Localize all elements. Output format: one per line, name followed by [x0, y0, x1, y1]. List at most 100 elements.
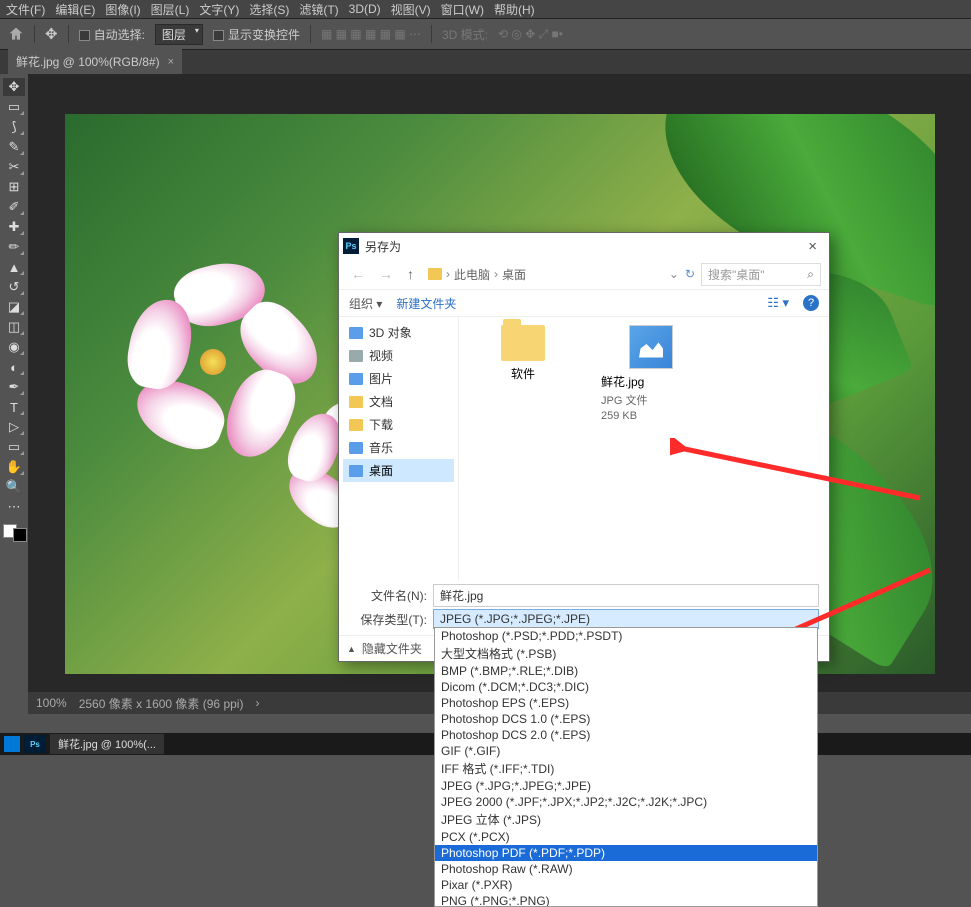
filetype-option[interactable]: Photoshop DCS 2.0 (*.EPS): [435, 727, 817, 743]
doc-dimensions: 2560 像素 x 1600 像素 (96 ppi): [79, 695, 244, 712]
nav-back-icon[interactable]: ←: [347, 266, 369, 282]
menu-3d[interactable]: 3D(D): [349, 2, 381, 16]
menu-edit[interactable]: 编辑(E): [55, 1, 95, 18]
menu-window[interactable]: 窗口(W): [441, 1, 484, 18]
filetype-dropdown[interactable]: JPEG (*.JPG;*.JPEG;*.JPE) Photoshop (*.P…: [433, 609, 819, 629]
search-input[interactable]: 搜索"桌面" ⌕: [701, 263, 821, 286]
filename-input[interactable]: 鲜花.jpg: [433, 584, 819, 607]
sidebar-item-1[interactable]: 视频: [343, 344, 454, 367]
hand-tool[interactable]: ✋: [3, 458, 25, 476]
filetype-option[interactable]: Dicom (*.DCM;*.DC3;*.DIC): [435, 679, 817, 695]
menu-select[interactable]: 选择(S): [249, 1, 289, 18]
crop-tool[interactable]: ✂: [3, 158, 25, 176]
dodge-tool[interactable]: ◐: [3, 358, 25, 376]
document-tab[interactable]: 鲜花.jpg @ 100%(RGB/8#) ×: [8, 49, 182, 74]
sidebar-item-4[interactable]: 下载: [343, 413, 454, 436]
filetype-option-list[interactable]: Photoshop (*.PSD;*.PDD;*.PSDT)大型文档格式 (*.…: [434, 627, 818, 907]
hide-folders-button[interactable]: 隐藏文件夹: [362, 640, 422, 657]
filetype-option[interactable]: JPEG 立体 (*.JPS): [435, 810, 817, 829]
menu-help[interactable]: 帮助(H): [494, 1, 535, 18]
move-tool[interactable]: ✥: [3, 78, 25, 96]
filetype-option[interactable]: Photoshop PDF (*.PDF;*.PDP): [435, 845, 817, 861]
filetype-option[interactable]: Photoshop DCS 1.0 (*.EPS): [435, 711, 817, 727]
color-swatches[interactable]: [3, 518, 25, 544]
blur-tool[interactable]: ◉: [3, 338, 25, 356]
filetype-option[interactable]: GIF (*.GIF): [435, 743, 817, 759]
sidebar-item-5[interactable]: 音乐: [343, 436, 454, 459]
home-icon[interactable]: [8, 26, 24, 42]
help-icon[interactable]: ?: [803, 295, 819, 311]
sidebar-item-2[interactable]: 图片: [343, 367, 454, 390]
auto-select-checkbox[interactable]: [79, 30, 90, 41]
taskbar-app-label[interactable]: 鲜花.jpg @ 100%(...: [50, 734, 164, 754]
nav-up-icon[interactable]: ↑: [403, 266, 418, 282]
filetype-option[interactable]: Pixar (*.PXR): [435, 877, 817, 893]
dialog-titlebar[interactable]: Ps 另存为 ×: [339, 233, 829, 259]
menu-type[interactable]: 文字(Y): [199, 1, 239, 18]
edit-toolbar[interactable]: ⋯: [3, 498, 25, 516]
filetype-option[interactable]: Photoshop EPS (*.EPS): [435, 695, 817, 711]
file-item[interactable]: 鲜花.jpg JPG 文件 259 KB: [601, 325, 701, 422]
brush-tool[interactable]: ✏: [3, 238, 25, 256]
breadcrumb-desktop[interactable]: 桌面: [502, 266, 526, 283]
windows-start-icon[interactable]: [4, 736, 20, 752]
folder-item[interactable]: 软件: [473, 325, 573, 382]
taskbar-ps-icon[interactable]: Ps: [24, 735, 46, 753]
show-transform-checkbox[interactable]: [213, 30, 224, 41]
gradient-tool[interactable]: ◫: [3, 318, 25, 336]
sidebar-item-6[interactable]: 桌面: [343, 459, 454, 482]
dialog-nav: ← → ↑ › 此电脑 › 桌面 ⌄ ↻ 搜索"桌面" ⌕: [339, 259, 829, 289]
refresh-icon[interactable]: ↻: [685, 267, 695, 281]
zoom-tool[interactable]: 🔍: [3, 478, 25, 496]
breadcrumb[interactable]: › 此电脑 › 桌面 ⌄: [428, 266, 679, 283]
frame-tool[interactable]: ⊞: [3, 178, 25, 196]
menu-layer[interactable]: 图层(L): [151, 1, 190, 18]
quick-select-tool[interactable]: ✎: [3, 138, 25, 156]
move-tool-icon: ✥: [45, 25, 58, 43]
filetype-option[interactable]: 大型文档格式 (*.PSB): [435, 644, 817, 663]
filetype-option[interactable]: JPEG 2000 (*.JPF;*.JPX;*.JP2;*.J2C;*.J2K…: [435, 794, 817, 810]
status-chevron-icon[interactable]: ›: [255, 696, 259, 710]
background-swatch[interactable]: [13, 528, 27, 542]
menu-image[interactable]: 图像(I): [105, 1, 140, 18]
filetype-option[interactable]: IFF 格式 (*.IFF;*.TDI): [435, 759, 817, 778]
healing-tool[interactable]: ✚: [3, 218, 25, 236]
menu-filter[interactable]: 滤镜(T): [299, 1, 338, 18]
filetype-option[interactable]: Photoshop Raw (*.RAW): [435, 861, 817, 877]
organize-button[interactable]: 组织 ▾: [349, 295, 382, 312]
close-tab-icon[interactable]: ×: [168, 56, 174, 68]
type-tool[interactable]: T: [3, 398, 25, 416]
sidebar-item-3[interactable]: 文档: [343, 390, 454, 413]
sidebar-item-label: 音乐: [369, 439, 393, 456]
eyedropper-tool[interactable]: ✐: [3, 198, 25, 216]
shape-tool[interactable]: ▭: [3, 438, 25, 456]
zoom-level[interactable]: 100%: [36, 696, 67, 710]
filetype-option[interactable]: PNG (*.PNG;*.PNG): [435, 893, 817, 907]
path-select-tool[interactable]: ▷: [3, 418, 25, 436]
search-icon[interactable]: ⌕: [807, 267, 814, 282]
breadcrumb-pc[interactable]: 此电脑: [454, 266, 490, 283]
filetype-option[interactable]: Photoshop (*.PSD;*.PDD;*.PSDT): [435, 628, 817, 644]
auto-select-dropdown[interactable]: 图层: [155, 24, 203, 45]
menu-file[interactable]: 文件(F): [6, 1, 45, 18]
view-mode-icon[interactable]: ☷ ▾: [767, 295, 789, 311]
pen-tool[interactable]: ✒: [3, 378, 25, 396]
dialog-file-list[interactable]: 软件 鲜花.jpg JPG 文件 259 KB: [459, 317, 829, 580]
menu-view[interactable]: 视图(V): [391, 1, 431, 18]
close-icon[interactable]: ×: [800, 238, 825, 255]
marquee-tool[interactable]: ▭: [3, 98, 25, 116]
history-brush-tool[interactable]: ↺: [3, 278, 25, 296]
chevron-down-icon[interactable]: ⌄: [669, 267, 679, 281]
collapse-icon[interactable]: ▲: [347, 644, 356, 654]
app-menubar[interactable]: 文件(F) 编辑(E) 图像(I) 图层(L) 文字(Y) 选择(S) 滤镜(T…: [0, 0, 971, 18]
eraser-tool[interactable]: ◪: [3, 298, 25, 316]
lasso-tool[interactable]: ⟆: [3, 118, 25, 136]
filetype-option[interactable]: JPEG (*.JPG;*.JPEG;*.JPE): [435, 778, 817, 794]
folder-icon: [349, 419, 363, 431]
sidebar-item-0[interactable]: 3D 对象: [343, 321, 454, 344]
filetype-option[interactable]: BMP (*.BMP;*.RLE;*.DIB): [435, 663, 817, 679]
clone-tool[interactable]: ▲: [3, 258, 25, 276]
new-folder-button[interactable]: 新建文件夹: [396, 295, 456, 312]
sidebar-item-label: 3D 对象: [369, 324, 412, 341]
filetype-option[interactable]: PCX (*.PCX): [435, 829, 817, 845]
